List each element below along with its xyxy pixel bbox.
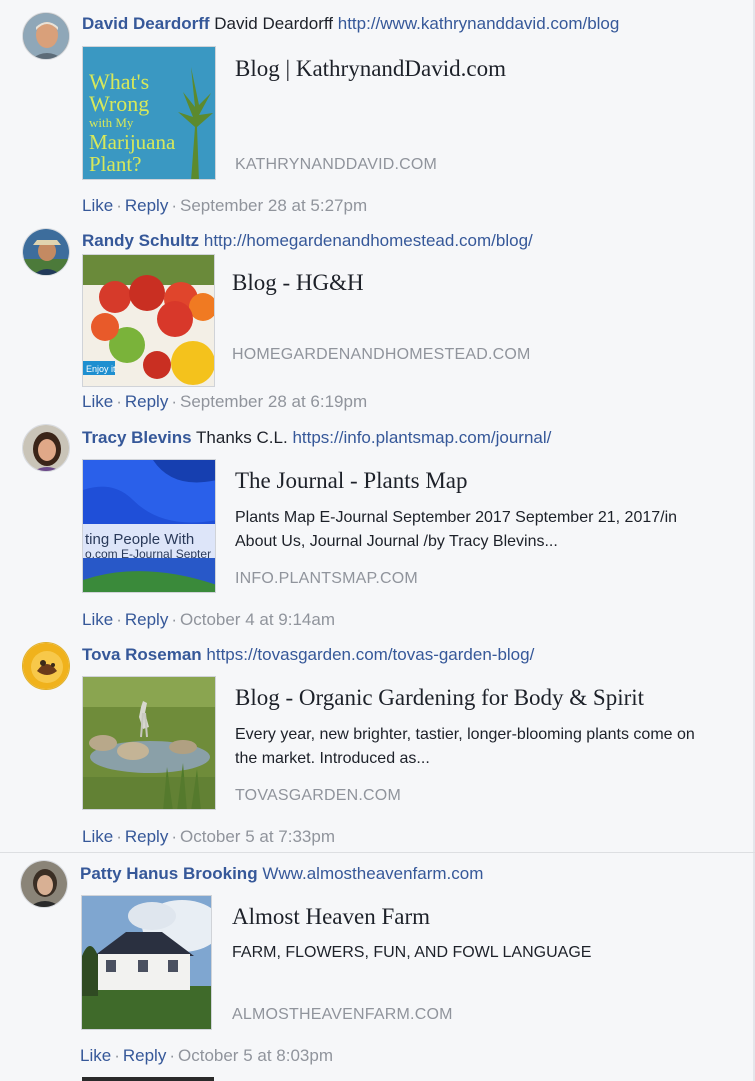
link-preview-image[interactable]: Enjoy it (82, 254, 215, 387)
comment-link[interactable]: http://www.kathrynanddavid.com/blog (338, 14, 620, 33)
separator-dot: · (171, 827, 177, 846)
comment-link[interactable]: Www.almostheavenfarm.com (262, 864, 483, 883)
reply-button[interactable]: Reply (125, 196, 168, 215)
separator-dot: · (171, 392, 177, 411)
link-preview-domain: KATHRYNANDDAVID.COM (235, 156, 438, 173)
link-preview-description: Every year, new brighter, tastier, longe… (235, 726, 695, 767)
like-button[interactable]: Like (82, 827, 113, 846)
comment-timestamp[interactable]: October 5 at 8:03pm (178, 1046, 333, 1065)
reply-button[interactable]: Reply (125, 827, 168, 846)
comment-link[interactable]: https://info.plantsmap.com/journal/ (292, 428, 551, 447)
link-preview-image[interactable] (82, 676, 216, 810)
link-preview-title[interactable]: Blog - Organic Gardening for Body & Spir… (235, 684, 644, 712)
link-preview-description: FARM, FLOWERS, FUN, AND FOWL LANGUAGE (232, 944, 592, 961)
comment-timestamp[interactable]: September 28 at 5:27pm (180, 196, 367, 215)
avatar[interactable] (22, 424, 70, 472)
enjoy-it-label: Enjoy it (86, 364, 116, 374)
avatar[interactable] (22, 12, 70, 60)
comment-author[interactable]: Patty Hanus Brooking (80, 864, 258, 883)
image-overlay-text: ting People With (85, 531, 194, 548)
separator-dot: · (171, 196, 177, 215)
link-preview-domain: HOMEGARDENANDHOMESTEAD.COM (232, 346, 531, 363)
link-preview-title[interactable]: Blog | KathrynandDavid.com (235, 55, 506, 83)
section-divider (0, 852, 755, 853)
comment-text: Thanks C.L. (196, 428, 288, 447)
comment-timestamp[interactable]: October 4 at 9:14am (180, 610, 335, 629)
comment-link[interactable]: https://tovasgarden.com/tovas-garden-blo… (206, 645, 534, 664)
separator-dot: · (171, 610, 177, 629)
reply-button[interactable]: Reply (125, 392, 168, 411)
svg-text:Marijuana: Marijuana (89, 130, 176, 154)
like-button[interactable]: Like (82, 610, 113, 629)
like-button[interactable]: Like (82, 196, 113, 215)
comment-author[interactable]: Tracy Blevins (82, 428, 192, 447)
next-comment-preview-image-edge (82, 1077, 214, 1081)
comment-text: David Deardorff (214, 14, 334, 33)
link-preview-domain: ALMOSTHEAVENFARM.COM (232, 1006, 453, 1023)
link-preview-title[interactable]: Almost Heaven Farm (232, 903, 430, 931)
reply-button[interactable]: Reply (125, 610, 168, 629)
separator-dot: · (169, 1046, 175, 1065)
separator-dot: · (116, 392, 122, 411)
like-button[interactable]: Like (80, 1046, 111, 1065)
comment-link[interactable]: http://homegardenandhomestead.com/blog/ (204, 231, 533, 250)
separator-dot: · (114, 1046, 120, 1065)
comment-timestamp[interactable]: October 5 at 7:33pm (180, 827, 335, 846)
separator-dot: · (116, 196, 122, 215)
like-button[interactable]: Like (82, 392, 113, 411)
link-preview-title[interactable]: The Journal - Plants Map (235, 467, 468, 495)
comment-author[interactable]: Tova Roseman (82, 645, 202, 664)
reply-button[interactable]: Reply (123, 1046, 166, 1065)
link-preview-domain: INFO.PLANTSMAP.COM (235, 570, 418, 587)
avatar[interactable] (22, 642, 70, 690)
comment-author[interactable]: Randy Schultz (82, 231, 199, 250)
comment-timestamp[interactable]: September 28 at 6:19pm (180, 392, 367, 411)
separator-dot: · (116, 610, 122, 629)
link-preview-image[interactable]: What's Wrong with My Marijuana Plant? (82, 46, 216, 180)
link-preview-image[interactable]: ting People With o.com E-Journal Septer (82, 459, 216, 593)
separator-dot: · (116, 827, 122, 846)
comment-author[interactable]: David Deardorff (82, 14, 210, 33)
link-preview-description: Plants Map E-Journal September 2017 Sept… (235, 509, 678, 550)
link-preview-domain: TOVASGARDEN.COM (235, 787, 401, 804)
svg-text:with My: with My (89, 115, 134, 130)
link-preview-image[interactable] (81, 895, 212, 1030)
link-preview-title[interactable]: Blog - HG&H (232, 269, 364, 297)
svg-text:Wrong: Wrong (89, 91, 149, 116)
avatar[interactable] (22, 228, 70, 276)
svg-text:Plant?: Plant? (89, 152, 142, 176)
avatar[interactable] (20, 860, 68, 908)
